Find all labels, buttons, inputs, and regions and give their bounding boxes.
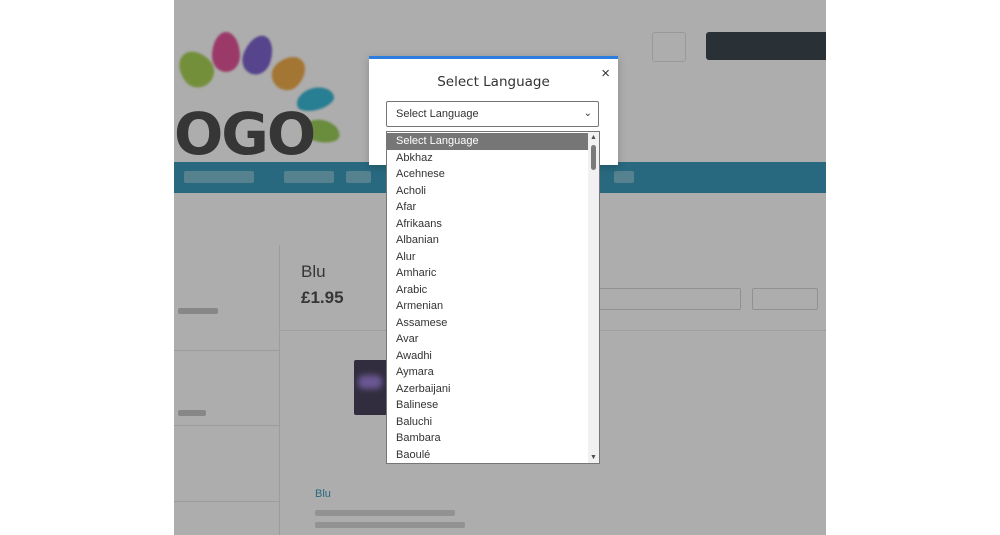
description-text: [315, 522, 465, 528]
language-option[interactable]: Azerbaijani: [387, 381, 589, 398]
language-option[interactable]: Aymara: [387, 364, 589, 381]
language-option[interactable]: Arabic: [387, 282, 589, 299]
language-option[interactable]: Awadhi: [387, 348, 589, 365]
language-option[interactable]: Bambara: [387, 430, 589, 447]
divider: [174, 425, 279, 426]
sidebar: [174, 245, 280, 535]
language-option[interactable]: Select Language: [387, 133, 589, 150]
language-option[interactable]: Armenian: [387, 298, 589, 315]
scrollbar[interactable]: ▲ ▼: [588, 132, 599, 463]
nav-item[interactable]: [284, 171, 334, 183]
logo-text: OGO: [174, 100, 316, 168]
header-dark-button[interactable]: [706, 32, 826, 60]
language-select-value: Select Language: [396, 108, 479, 120]
per-page-select[interactable]: [752, 288, 818, 310]
thumbnail-glow: [358, 375, 382, 389]
language-option[interactable]: Alur: [387, 249, 589, 266]
product-link[interactable]: Blu: [315, 488, 331, 500]
sort-select[interactable]: [594, 288, 741, 310]
language-option[interactable]: Assamese: [387, 315, 589, 332]
language-option[interactable]: Baluchi: [387, 414, 589, 431]
language-option[interactable]: Amharic: [387, 265, 589, 282]
scroll-up-arrow-icon[interactable]: ▲: [588, 132, 599, 143]
divider: [174, 350, 279, 351]
description-text: [315, 510, 455, 516]
language-option[interactable]: Avar: [387, 331, 589, 348]
nav-item[interactable]: [346, 171, 371, 183]
logo-petal-pink: [212, 32, 240, 72]
language-option[interactable]: Baoulé: [387, 447, 589, 464]
scroll-down-arrow-icon[interactable]: ▼: [588, 452, 599, 463]
chevron-down-icon: ⌄: [583, 108, 592, 119]
product-title: Blu: [301, 262, 326, 281]
language-option[interactable]: Abkhaz: [387, 150, 589, 167]
language-option[interactable]: Afar: [387, 199, 589, 216]
logo-petal-orange: [265, 49, 313, 97]
language-option[interactable]: Acehnese: [387, 166, 589, 183]
modal-title: Select Language: [437, 74, 550, 90]
header-input[interactable]: [652, 32, 686, 62]
product-price: £1.95: [301, 288, 344, 307]
nav-item[interactable]: [184, 171, 254, 183]
language-select[interactable]: Select Language ⌄: [386, 101, 599, 127]
language-dropdown-list[interactable]: Select Language Abkhaz Acehnese Acholi Afar A…: [386, 131, 600, 464]
language-option[interactable]: Albanian: [387, 232, 589, 249]
sidebar-text: [178, 410, 206, 416]
language-option[interactable]: Balinese: [387, 397, 589, 414]
divider: [174, 501, 279, 502]
nav-item[interactable]: [614, 171, 634, 183]
language-option[interactable]: Acholi: [387, 183, 589, 200]
sidebar-text: [178, 308, 218, 314]
scrollbar-thumb[interactable]: [591, 145, 596, 170]
language-option[interactable]: Afrikaans: [387, 216, 589, 233]
